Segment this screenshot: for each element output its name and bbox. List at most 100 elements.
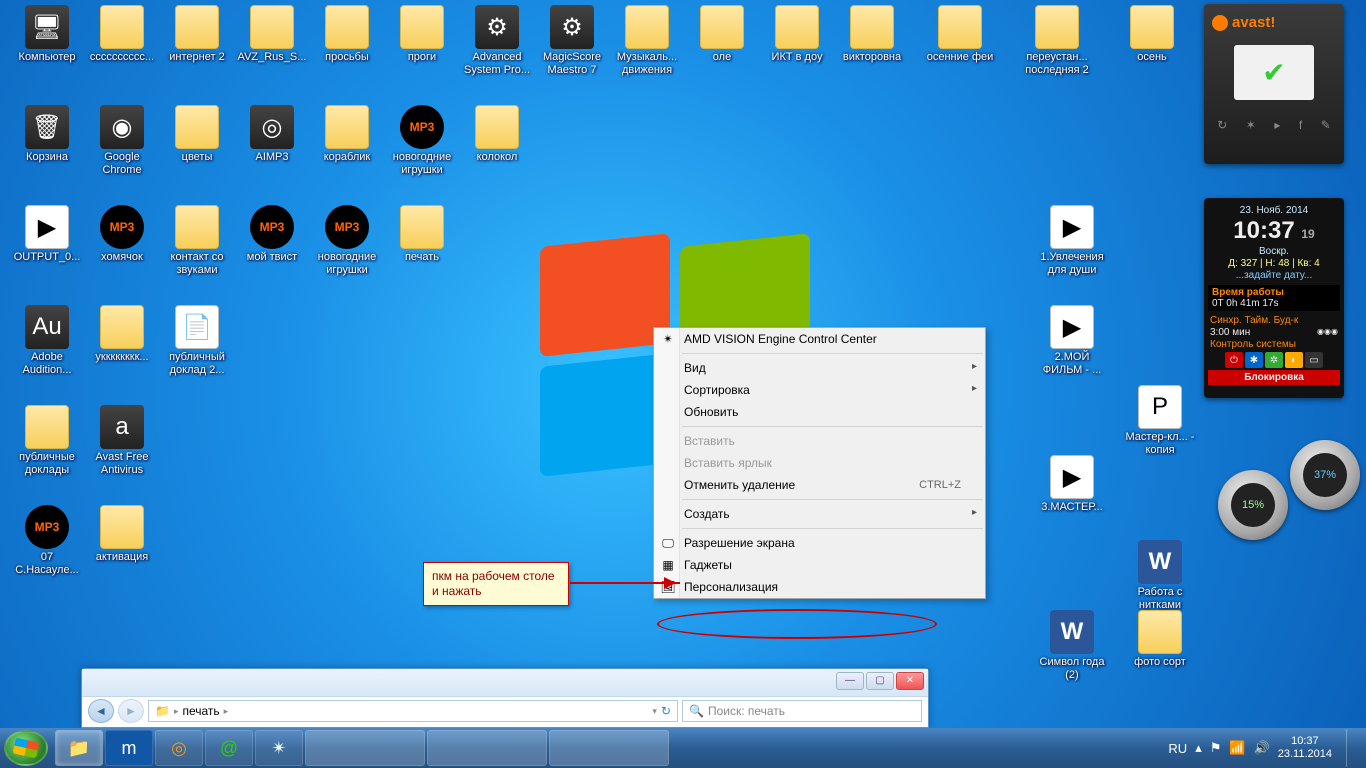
volume-icon[interactable]: 🔊 <box>1254 740 1270 756</box>
desktop-icon[interactable]: проги <box>385 5 459 64</box>
desktop-icon[interactable]: AVZ_Rus_S... <box>235 5 309 64</box>
explorer-window[interactable]: — ▢ ✕ ◄ ► 📁 ▸ печать ▸ ▾ ↻ 🔍 Поиск: печа… <box>81 668 929 728</box>
desktop-icon[interactable]: переустан... последняя 2 <box>1020 5 1094 77</box>
cpu-gauge[interactable]: 15% <box>1218 470 1288 540</box>
explorer-titlebar[interactable]: — ▢ ✕ <box>82 669 928 697</box>
desktop-icon[interactable]: ▶ 3.МАСТЕР... <box>1035 455 1109 514</box>
desktop-icon[interactable]: кораблик <box>310 105 384 164</box>
gadget-icon: ▦ <box>660 557 676 573</box>
desktop-icon[interactable]: 🖥 Компьютер <box>10 5 84 64</box>
desktop-icon[interactable]: цветы <box>160 105 234 164</box>
desktop-icon[interactable]: MP3 мой твист <box>235 205 309 264</box>
context-menu-item[interactable]: Создать <box>654 503 985 525</box>
explorer-search[interactable]: 🔍 Поиск: печать <box>682 700 922 722</box>
context-menu-item[interactable]: Обновить <box>654 401 985 423</box>
folder-icon: 📁 <box>155 704 170 718</box>
taskbar-maxthon[interactable]: m <box>105 730 153 766</box>
refresh-icon[interactable]: ↻ <box>661 704 671 718</box>
context-menu-item[interactable]: Вид <box>654 357 985 379</box>
icon-label: публичный доклад 2... <box>160 351 234 377</box>
desktop-icon[interactable]: фото сорт <box>1123 610 1197 669</box>
show-desktop-button[interactable] <box>1346 729 1356 767</box>
desktop-icon[interactable]: ◎ AIMP3 <box>235 105 309 164</box>
lock-button[interactable]: Блокировка <box>1208 370 1340 385</box>
system-control-gadget[interactable]: 23. Нояб. 2014 10:37 19 Воскр. Д: 327 | … <box>1204 198 1344 398</box>
desktop-icon[interactable]: ▶ OUTPUT_0... <box>10 205 84 264</box>
desktop-icon[interactable]: сссссссссс... <box>85 5 159 64</box>
taskbar[interactable]: 📁 m ◎ @ ✴ RU ▴ ⚑ 📶 🔊 10:37 23.11.2014 <box>0 728 1366 768</box>
desktop-icon[interactable]: просьбы <box>310 5 384 64</box>
desktop-icon[interactable]: ◉ Google Chrome <box>85 105 159 177</box>
desktop-icon[interactable]: P Мастер-кл... - копия <box>1123 385 1197 457</box>
desktop-icon[interactable]: ▶ 1.Увлечения для души <box>1035 205 1109 277</box>
context-menu-item[interactable]: 🖵Разрешение экрана <box>654 532 985 554</box>
desktop-icon[interactable]: укккккккк... <box>85 305 159 364</box>
folder-icon <box>400 5 444 49</box>
desktop-icon[interactable]: публичные доклады <box>10 405 84 477</box>
desktop-icon[interactable]: MP3 07 С.Насауле... <box>10 505 84 577</box>
maximize-button[interactable]: ▢ <box>866 672 894 690</box>
desktop-icon[interactable]: W Работа с нитками <box>1123 540 1197 612</box>
menu-item-label: AMD VISION Engine Control Center <box>684 332 961 346</box>
taskbar-mailru[interactable]: @ <box>205 730 253 766</box>
desktop-icon[interactable]: осенние феи <box>923 5 997 64</box>
lang-indicator[interactable]: RU <box>1168 741 1187 756</box>
desktop-icon[interactable]: осень <box>1115 5 1189 64</box>
desktop-icon[interactable]: Музыкаль... движения <box>610 5 684 77</box>
network-icon[interactable]: 📶 <box>1229 740 1245 756</box>
desktop-icon[interactable]: ⚙ Advanced System Pro... <box>460 5 534 77</box>
desktop-icon[interactable]: MP3 новогодние игрушки <box>385 105 459 177</box>
desktop-icon[interactable]: ⚙ MagicScore Maestro 7 <box>535 5 609 77</box>
menu-shortcut: CTRL+Z <box>919 479 961 491</box>
nav-fwd-button[interactable]: ► <box>118 699 144 723</box>
desktop-icon[interactable]: контакт со звуками <box>160 205 234 277</box>
desktop-icon[interactable]: интернет 2 <box>160 5 234 64</box>
tray-chevron-icon[interactable]: ▴ <box>1195 740 1202 756</box>
desktop-icon[interactable]: MP3 хомячок <box>85 205 159 264</box>
context-menu-item[interactable]: Сортировка <box>654 379 985 401</box>
menu-item-label: Отменить удаление <box>684 478 919 492</box>
desktop-icon[interactable]: оле <box>685 5 759 64</box>
taskbar-app-2[interactable] <box>427 730 547 766</box>
desktop-icon[interactable]: MP3 новогодние игрушки <box>310 205 384 277</box>
desktop-icon[interactable]: ▶ 2.МОЙ ФИЛЬМ - ... <box>1035 305 1109 377</box>
taskbar-amd[interactable]: ✴ <box>255 730 303 766</box>
context-menu-item[interactable]: ✴ AMD VISION Engine Control Center <box>654 328 985 350</box>
desktop-icon[interactable]: колокол <box>460 105 534 164</box>
taskbar-explorer[interactable]: 📁 <box>55 730 103 766</box>
taskbar-aimp[interactable]: ◎ <box>155 730 203 766</box>
taskbar-app-1[interactable] <box>305 730 425 766</box>
amd-icon: ✴ <box>660 331 676 347</box>
desktop-icon[interactable]: печать <box>385 205 459 264</box>
desktop-icon[interactable]: a Avast Free Antivirus <box>85 405 159 477</box>
desktop-icon[interactable]: активация <box>85 505 159 564</box>
start-button[interactable] <box>4 730 48 766</box>
context-menu-item[interactable]: Отменить удалениеCTRL+Z <box>654 474 985 496</box>
icon-label: ИКТ в доу <box>760 51 834 64</box>
desktop-icon[interactable]: W Символ года (2) <box>1035 610 1109 682</box>
path-segment[interactable]: печать <box>182 704 219 718</box>
desktop-icon[interactable]: 🗑 Корзина <box>10 105 84 164</box>
desktop-icon[interactable]: викторовна <box>835 5 909 64</box>
context-menu-item[interactable]: 🖼Персонализация <box>654 576 985 598</box>
action-center-icon[interactable]: ⚑ <box>1210 740 1222 756</box>
avast-gadget[interactable]: avast! ✔ ↻✶▸f✎ <box>1204 4 1344 164</box>
word-icon: W <box>1138 540 1182 584</box>
avast-label: avast! <box>1232 14 1275 31</box>
desktop-icon[interactable]: ИКТ в доу <box>760 5 834 64</box>
context-menu-item[interactable]: ▦Гаджеты <box>654 554 985 576</box>
desktop-icon[interactable]: 📄 публичный доклад 2... <box>160 305 234 377</box>
folder-icon <box>250 5 294 49</box>
minimize-button[interactable]: — <box>836 672 864 690</box>
mpeg-icon: ▶ <box>25 205 69 249</box>
address-bar[interactable]: 📁 ▸ печать ▸ ▾ ↻ <box>148 700 678 722</box>
nav-back-button[interactable]: ◄ <box>88 699 114 723</box>
folder-icon <box>938 5 982 49</box>
taskbar-clock[interactable]: 10:37 23.11.2014 <box>1278 735 1332 761</box>
ram-gauge[interactable]: 37% <box>1290 440 1360 510</box>
taskbar-app-3[interactable] <box>549 730 669 766</box>
icon-label: 3.МАСТЕР... <box>1035 501 1109 514</box>
close-button[interactable]: ✕ <box>896 672 924 690</box>
system-tray[interactable]: RU ▴ ⚑ 📶 🔊 10:37 23.11.2014 <box>1168 729 1362 767</box>
desktop-icon[interactable]: Au Adobe Audition... <box>10 305 84 377</box>
